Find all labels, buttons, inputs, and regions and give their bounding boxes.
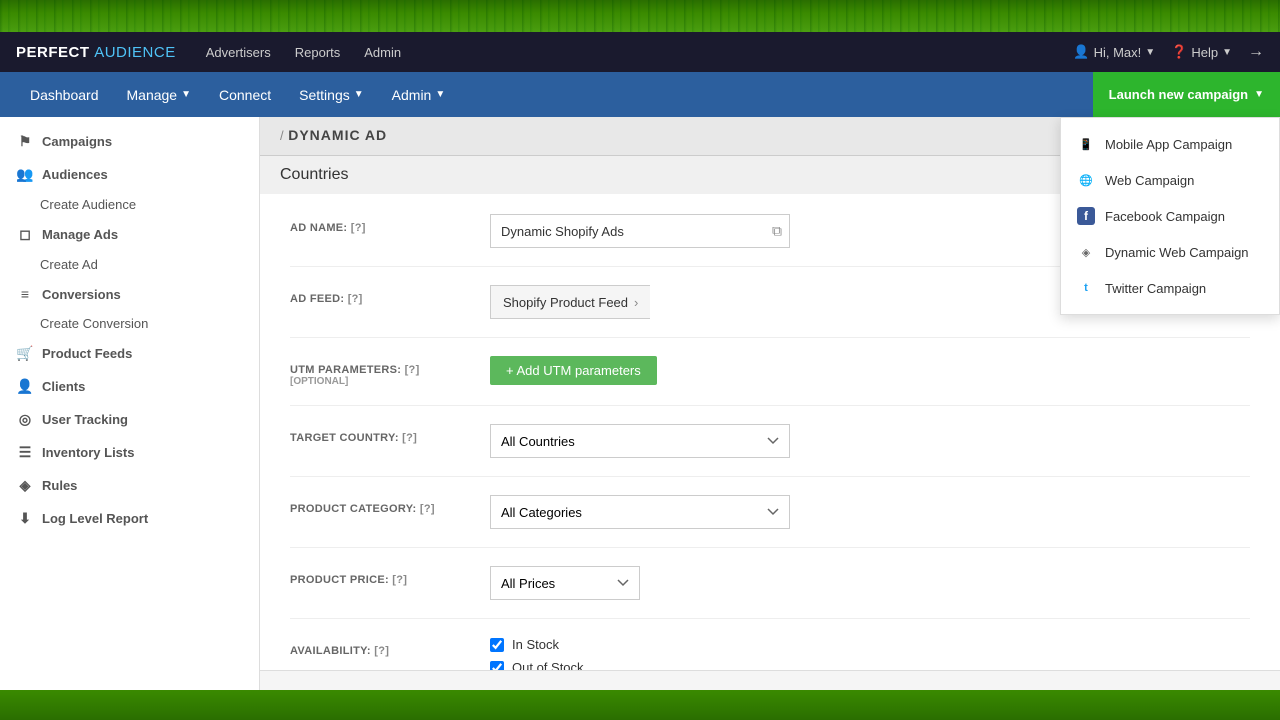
nav-settings[interactable]: Settings ▼ xyxy=(285,72,378,117)
nav-admin-top[interactable]: Admin xyxy=(364,45,401,60)
top-nav-right: 👤 Hi, Max! ▼ ❓ Help ▼ → xyxy=(1073,43,1264,61)
ad-name-input-wrapper: ⧉ xyxy=(490,214,790,248)
help-icon: ❓ xyxy=(1171,44,1187,60)
help-caret-icon: ▼ xyxy=(1222,47,1232,58)
grass-bottom-decoration xyxy=(0,690,1280,720)
add-utm-button[interactable]: + Add UTM parameters xyxy=(490,356,657,385)
nav-dashboard[interactable]: Dashboard xyxy=(16,72,113,117)
sidebar-item-create-audience[interactable]: Create Audience xyxy=(0,191,259,218)
web-campaign-icon: 🌐 xyxy=(1077,171,1095,189)
ad-feed-label: AD FEED: [?] xyxy=(290,285,490,305)
campaigns-icon: ⚑ xyxy=(16,133,34,150)
dropdown-item-dynamic-web[interactable]: ◈ Dynamic Web Campaign xyxy=(1061,234,1279,270)
dropdown-item-facebook[interactable]: f Facebook Campaign xyxy=(1061,198,1279,234)
rules-icon: ◈ xyxy=(16,477,34,494)
product-price-label: PRODUCT PRICE: [?] xyxy=(290,566,490,586)
top-navigation: PERFECT AUDIENCE Advertisers Reports Adm… xyxy=(0,32,1280,72)
sidebar-item-inventory-lists[interactable]: ☰ Inventory Lists xyxy=(0,436,259,469)
conversions-icon: ≡ xyxy=(16,286,34,302)
product-category-label: PRODUCT CATEGORY: [?] xyxy=(290,495,490,515)
launch-caret-icon: ▼ xyxy=(1254,89,1264,100)
target-country-control: All Countries United States United Kingd… xyxy=(490,424,1250,458)
twitter-icon: t xyxy=(1077,279,1095,297)
product-price-control: All Prices Under $25 $25 - $50 $50 - $10… xyxy=(490,566,1250,600)
availability-help-icon[interactable]: [?] xyxy=(374,645,389,657)
sidebar-item-log-level-report[interactable]: ⬇ Log Level Report xyxy=(0,502,259,535)
grass-top-decoration xyxy=(0,0,1280,32)
facebook-icon: f xyxy=(1077,207,1095,225)
ad-name-help-icon[interactable]: [?] xyxy=(351,222,366,234)
form-row-target-country: TARGET COUNTRY: [?] All Countries United… xyxy=(290,424,1250,477)
main-navigation: Dashboard Manage ▼ Connect Settings ▼ Ad… xyxy=(0,72,1280,117)
target-country-label: TARGET COUNTRY: [?] xyxy=(290,424,490,444)
form-row-product-price: PRODUCT PRICE: [?] All Prices Under $25 … xyxy=(290,566,1250,619)
product-category-select[interactable]: All Categories Electronics Clothing Book… xyxy=(490,495,790,529)
logo: PERFECT AUDIENCE xyxy=(16,44,176,61)
launch-dropdown-menu: 📱 Mobile App Campaign 🌐 Web Campaign f F… xyxy=(1060,117,1280,315)
mobile-app-icon: 📱 xyxy=(1077,135,1095,153)
ad-feed-help-icon[interactable]: [?] xyxy=(348,293,363,305)
utm-help-icon[interactable]: [?] xyxy=(405,364,420,376)
dropdown-item-mobile-app[interactable]: 📱 Mobile App Campaign xyxy=(1061,126,1279,162)
countries-label: Countries xyxy=(280,166,348,183)
feed-select-label: Shopify Product Feed › xyxy=(490,285,650,319)
nav-connect[interactable]: Connect xyxy=(205,72,285,117)
breadcrumb-prefix: / xyxy=(280,128,288,143)
sidebar-item-product-feeds[interactable]: 🛒 Product Feeds xyxy=(0,337,259,370)
product-feeds-icon: 🛒 xyxy=(16,345,34,362)
ad-name-label: AD NAME: [?] xyxy=(290,214,490,234)
user-caret-icon: ▼ xyxy=(1145,47,1155,58)
form-row-product-category: PRODUCT CATEGORY: [?] All Categories Ele… xyxy=(290,495,1250,548)
product-price-select[interactable]: All Prices Under $25 $25 - $50 $50 - $10… xyxy=(490,566,640,600)
dynamic-web-icon: ◈ xyxy=(1077,243,1095,261)
sidebar-item-clients[interactable]: 👤 Clients xyxy=(0,370,259,403)
sidebar-item-manage-ads[interactable]: ◻ Manage Ads xyxy=(0,218,259,251)
manage-ads-icon: ◻ xyxy=(16,226,34,243)
nav-admin[interactable]: Admin ▼ xyxy=(378,72,460,117)
product-price-help-icon[interactable]: [?] xyxy=(392,574,407,586)
inventory-lists-icon: ☰ xyxy=(16,444,34,461)
page-title: DYNAMIC AD xyxy=(288,127,387,143)
exit-icon[interactable]: → xyxy=(1248,43,1264,61)
sidebar-item-audiences[interactable]: 👥 Audiences xyxy=(0,158,259,191)
product-category-control: All Categories Electronics Clothing Book… xyxy=(490,495,1250,529)
user-menu[interactable]: 👤 Hi, Max! ▼ xyxy=(1073,44,1155,60)
log-level-icon: ⬇ xyxy=(16,510,34,527)
manage-caret-icon: ▼ xyxy=(181,89,191,100)
ad-name-copy-icon[interactable]: ⧉ xyxy=(772,223,782,240)
sidebar-item-campaigns[interactable]: ⚑ Campaigns xyxy=(0,125,259,158)
product-category-help-icon[interactable]: [?] xyxy=(420,503,435,515)
feed-caret-icon: › xyxy=(634,295,638,310)
user-icon: 👤 xyxy=(1073,44,1089,60)
dropdown-item-twitter[interactable]: t Twitter Campaign xyxy=(1061,270,1279,306)
utm-optional: [OPTIONAL] xyxy=(290,376,490,387)
sidebar-item-create-ad[interactable]: Create Ad xyxy=(0,251,259,278)
nav-manage[interactable]: Manage ▼ xyxy=(113,72,206,117)
sidebar-item-user-tracking[interactable]: ◎ User Tracking xyxy=(0,403,259,436)
dropdown-item-web[interactable]: 🌐 Web Campaign xyxy=(1061,162,1279,198)
settings-caret-icon: ▼ xyxy=(354,89,364,100)
sidebar-item-conversions[interactable]: ≡ Conversions xyxy=(0,278,259,310)
sidebar-item-create-conversion[interactable]: Create Conversion xyxy=(0,310,259,337)
user-tracking-icon: ◎ xyxy=(16,411,34,428)
clients-icon: 👤 xyxy=(16,378,34,395)
target-country-help-icon[interactable]: [?] xyxy=(402,432,417,444)
top-nav-links: Advertisers Reports Admin xyxy=(206,45,1074,60)
availability-in-stock-checkbox[interactable] xyxy=(490,638,504,652)
sidebar-item-rules[interactable]: ◈ Rules xyxy=(0,469,259,502)
availability-label: AVAILABILITY: [?] xyxy=(290,637,490,657)
admin-caret-icon: ▼ xyxy=(435,89,445,100)
form-row-utm: UTM PARAMETERS: [?] [OPTIONAL] + Add UTM… xyxy=(290,356,1250,406)
ad-name-input[interactable] xyxy=(490,214,790,248)
help-menu[interactable]: ❓ Help ▼ xyxy=(1171,44,1232,60)
target-country-select[interactable]: All Countries United States United Kingd… xyxy=(490,424,790,458)
sidebar: ⚑ Campaigns 👥 Audiences Create Audience … xyxy=(0,117,260,690)
nav-advertisers[interactable]: Advertisers xyxy=(206,45,271,60)
utm-control: + Add UTM parameters xyxy=(490,356,1250,385)
availability-in-stock-row: In Stock xyxy=(490,637,1250,652)
audiences-icon: 👥 xyxy=(16,166,34,183)
launch-campaign-button[interactable]: Launch new campaign ▼ xyxy=(1093,72,1280,117)
nav-reports[interactable]: Reports xyxy=(295,45,341,60)
utm-label: UTM PARAMETERS: [?] [OPTIONAL] xyxy=(290,356,490,387)
